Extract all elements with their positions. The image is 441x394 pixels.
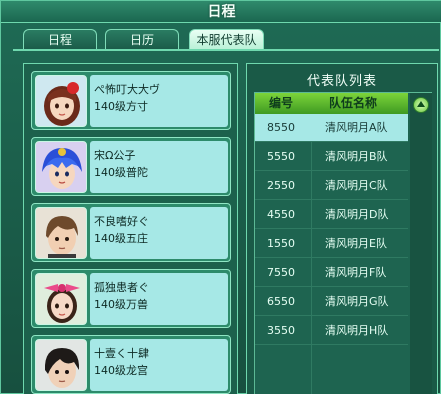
member-name: 不良嗜好ぐ [94,215,149,228]
member-card[interactable]: 不良嗜好ぐ 140级五庄 [31,203,231,262]
window-title: 日程 [207,4,236,20]
team-name: 清风明月A队 [325,121,388,134]
member-panel: ぺ怖叮大大ヴ 140级方寸 宋Ω公子 140级普陀 不良嗜好ぐ 140级五庄 孤… [23,63,238,394]
team-list: 编号 队伍名称 8550 清风明月A队 5550 清风明月B队 2550 清风明… [254,92,432,394]
member-info: ぺ怖叮大大ヴ 140级方寸 [90,75,228,127]
table-row[interactable]: 7550 清风明月F队 [255,259,408,287]
table-row[interactable]: 1550 清风明月E队 [255,230,408,258]
member-level-school: 140级普陀 [94,166,148,179]
tab-server-representative-team[interactable]: 本服代表队 [189,29,264,50]
member-level-school: 140级万兽 [94,298,148,311]
member-level-school: 140级方寸 [94,100,148,113]
team-name: 清风明月H队 [325,324,389,337]
member-avatar-boy-blue-hair-icon [35,141,87,193]
team-id: 8550 [267,121,295,134]
table-row[interactable]: 4550 清风明月D队 [255,201,408,229]
member-name: 宋Ω公子 [94,149,136,162]
team-name: 清风明月G队 [325,295,389,308]
table-row[interactable]: 2550 清风明月C队 [255,172,408,200]
header-team-name[interactable]: 队伍名称 [329,93,377,114]
table-row[interactable]: 6550 清风明月G队 [255,288,408,316]
table-row[interactable]: 5550 清风明月B队 [255,143,408,171]
team-list-scrollbar[interactable] [410,93,432,394]
schedule-window: 日程 日程 日历 本服代表队 ぺ怖叮大大ヴ 140级方寸 宋Ω公子 140级普陀… [0,0,441,394]
team-id: 2550 [267,179,295,192]
table-row[interactable]: 8550 清风明月A队 [255,114,408,142]
team-name: 清风明月F队 [325,266,387,279]
member-card[interactable]: 十壹く十肆 140级龙宫 [31,335,231,394]
team-name: 清风明月B队 [325,150,388,163]
tab-divider [13,49,439,51]
member-avatar-boy-brown-hair-icon [35,207,87,259]
team-id: 6550 [267,295,295,308]
member-level-school: 140级五庄 [94,232,148,245]
team-name: 清风明月C队 [325,179,388,192]
member-name: 十壹く十肆 [94,347,149,360]
member-info: 不良嗜好ぐ 140级五庄 [90,207,228,259]
tab-schedule[interactable]: 日程 [23,29,97,50]
member-name: ぺ怖叮大大ヴ [94,83,160,96]
member-info: 宋Ω公子 140级普陀 [90,141,228,193]
team-id: 7550 [267,266,295,279]
team-list-panel: 代表队列表 编号 队伍名称 8550 清风明月A队 5550 清风明月B队 25… [246,63,438,394]
scroll-up-arrow-icon[interactable] [413,97,429,113]
member-avatar-girl-pink-bow-icon [35,273,87,325]
member-avatar-girl-red-hair-ornament-icon [35,75,87,127]
team-list-header: 编号 队伍名称 [255,93,408,114]
team-name: 清风明月D队 [325,208,389,221]
table-row[interactable]: 3550 清风明月H队 [255,317,408,345]
member-name: 孤独患者ぐ [94,281,149,294]
member-level-school: 140级龙宫 [94,364,148,377]
team-id: 1550 [267,237,295,250]
team-name: 清风明月E队 [325,237,387,250]
team-id: 5550 [267,150,295,163]
member-card[interactable]: 孤独患者ぐ 140级万兽 [31,269,231,328]
team-id: 4550 [267,208,295,221]
member-card[interactable]: ぺ怖叮大大ヴ 140级方寸 [31,71,231,130]
header-id[interactable]: 编号 [269,93,293,114]
member-info: 孤独患者ぐ 140级万兽 [90,273,228,325]
title-bar: 日程 [1,1,441,23]
tab-calendar[interactable]: 日历 [105,29,179,50]
member-info: 十壹く十肆 140级龙宫 [90,339,228,391]
member-card[interactable]: 宋Ω公子 140级普陀 [31,137,231,196]
team-list-title: 代表队列表 [306,74,377,89]
member-avatar-boy-black-hair-icon [35,339,87,391]
team-id: 3550 [267,324,295,337]
